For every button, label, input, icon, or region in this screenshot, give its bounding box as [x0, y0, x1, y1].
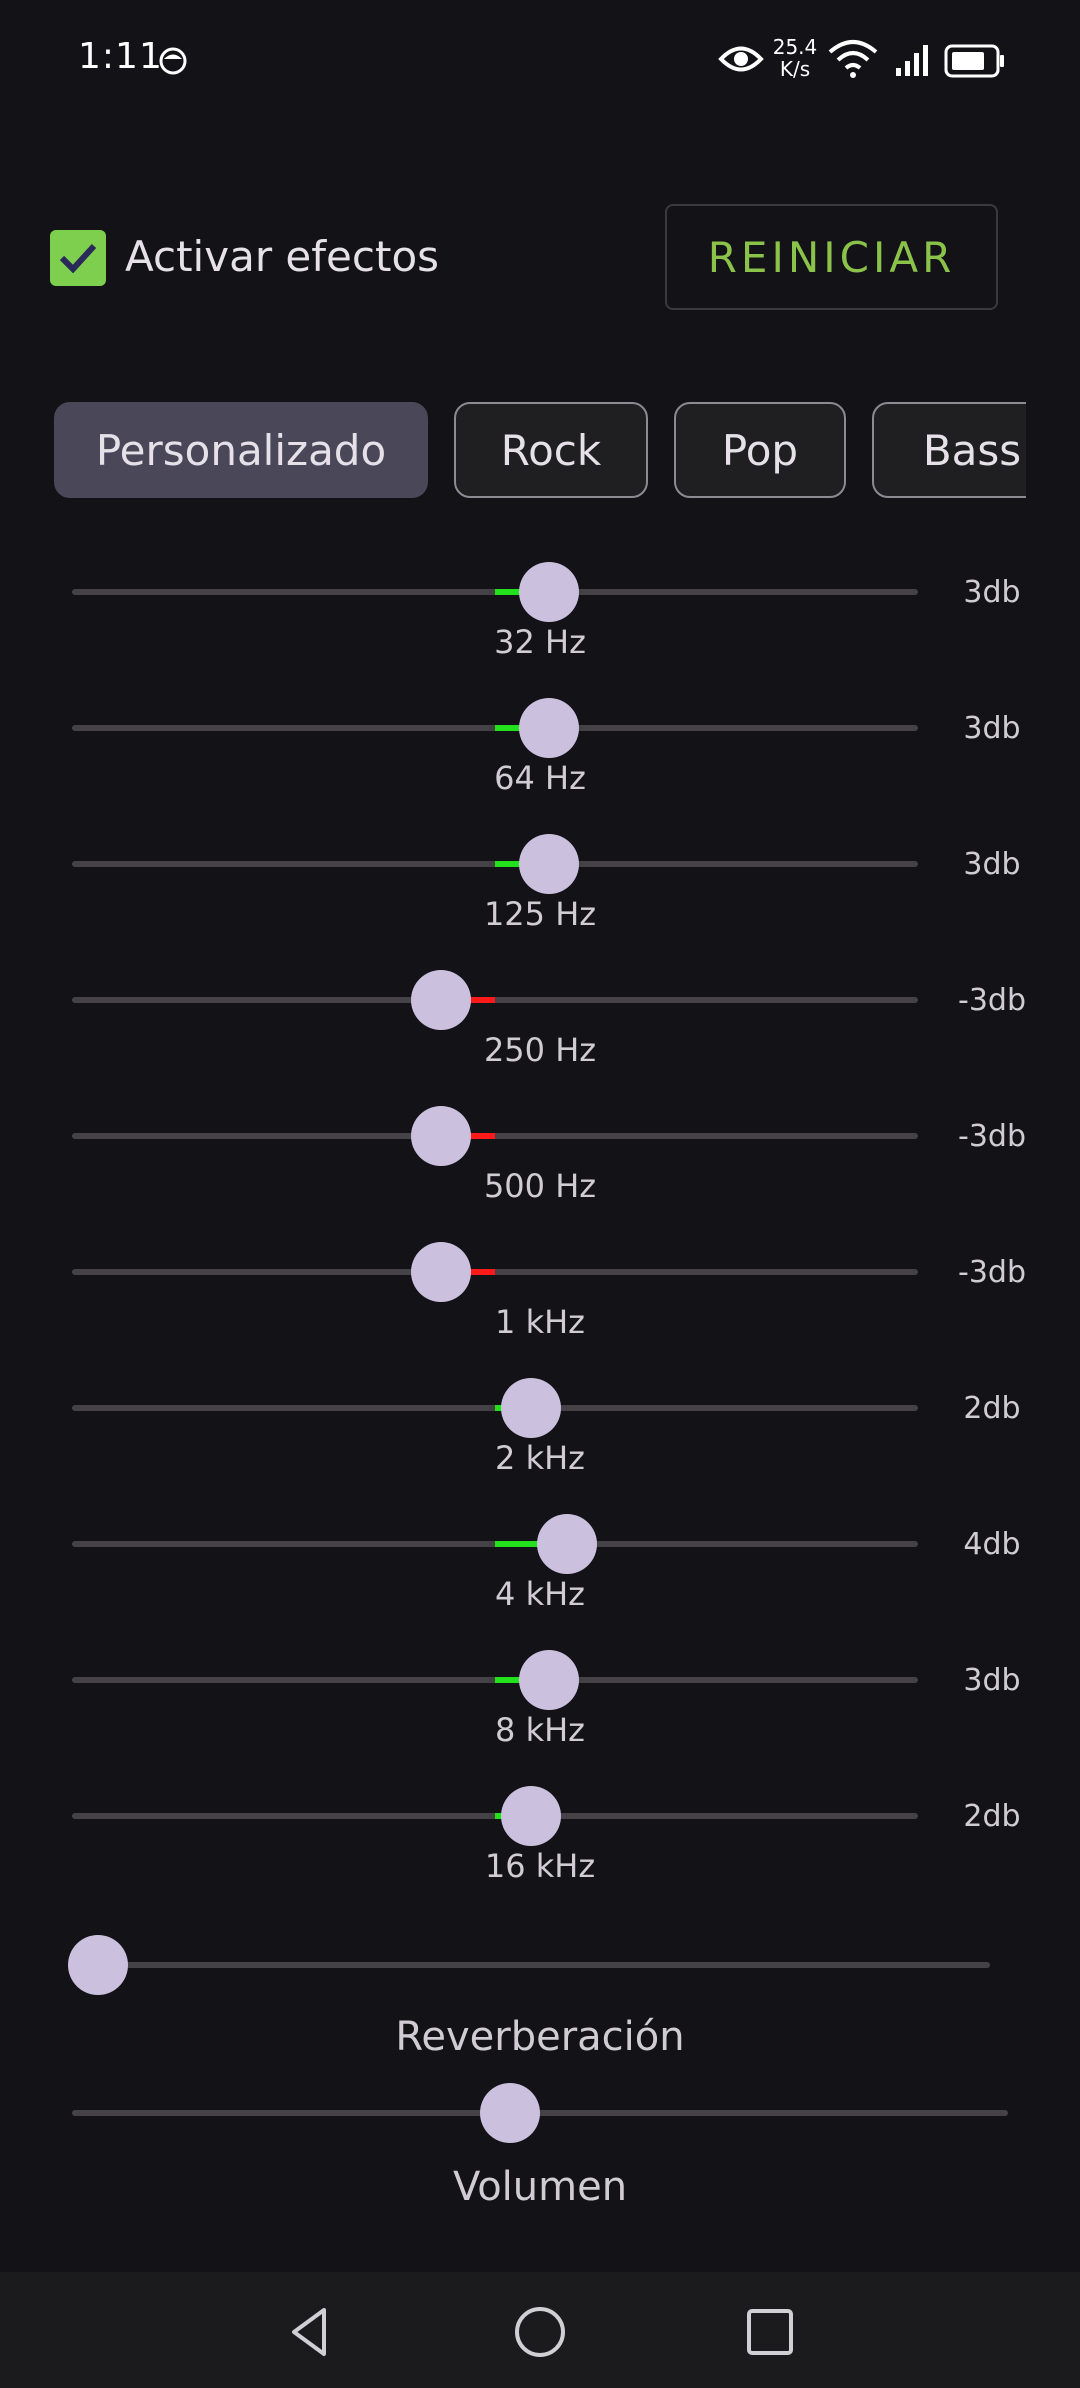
reverb-thumb[interactable] [68, 1935, 128, 1995]
battery-icon [944, 44, 1004, 78]
eq-band-thumb[interactable] [519, 562, 580, 622]
eq-band: 2 kHz 2db [0, 1361, 1080, 1497]
eq-band-frequency: 500 Hz [483, 1167, 597, 1205]
reverb-track[interactable] [68, 1962, 990, 1968]
eq-band-gain: -3db [958, 1119, 1026, 1154]
eq-band: 1 kHz -3db [0, 1225, 1080, 1361]
preset-rock[interactable]: Rock [454, 402, 648, 498]
back-icon[interactable] [280, 2302, 340, 2362]
eq-band-track[interactable] [72, 1269, 918, 1275]
eq-band-gain: -3db [958, 983, 1026, 1018]
recents-icon[interactable] [740, 2302, 800, 2362]
status-time: 1:11 [78, 36, 163, 77]
status-bar: 1:11 25.4 K/s [0, 0, 1080, 120]
eq-band-frequency: 4 kHz [495, 1575, 585, 1613]
eq-band-thumb[interactable] [519, 1650, 580, 1710]
eq-band: 8 kHz 3db [0, 1633, 1080, 1769]
eq-band-track[interactable] [72, 997, 918, 1003]
volume-label: Volumen [452, 2164, 628, 2210]
eq-band-gain: 2db [963, 1391, 1021, 1426]
enable-effects-label[interactable]: Activar efectos [125, 232, 439, 281]
eq-band: 64 Hz 3db [0, 681, 1080, 817]
eq-band: 250 Hz -3db [0, 953, 1080, 1089]
preset-pop[interactable]: Pop [674, 402, 846, 498]
eq-band: 16 kHz 2db [0, 1769, 1080, 1905]
preset-bar[interactable]: Personalizado Rock Pop Bass [54, 402, 1026, 498]
eq-band-gain: 2db [963, 1799, 1021, 1834]
eq-band-gain: 3db [963, 847, 1021, 882]
network-speed: 25.4 K/s [770, 36, 820, 80]
eq-band-thumb[interactable] [501, 1786, 562, 1846]
eq-band-frequency: 125 Hz [483, 895, 597, 933]
eq-band-thumb[interactable] [519, 698, 580, 758]
check-icon [59, 243, 97, 274]
preset-bass[interactable]: Bass [872, 402, 1026, 498]
eq-band: 32 Hz 3db [0, 545, 1080, 681]
network-speed-value: 25.4 [772, 35, 818, 59]
eq-band-gain: 4db [963, 1527, 1021, 1562]
eq-band-thumb[interactable] [410, 1242, 471, 1302]
eq-band-frequency: 8 kHz [495, 1711, 585, 1749]
eq-band-thumb[interactable] [519, 834, 580, 894]
home-icon[interactable] [510, 2302, 570, 2362]
eq-band-thumb[interactable] [410, 970, 471, 1030]
network-speed-unit: K/s [779, 57, 811, 81]
eq-band-frequency: 16 kHz [484, 1847, 596, 1885]
eq-band-frequency: 1 kHz [495, 1303, 585, 1341]
eq-band-gain: 3db [963, 711, 1021, 746]
eq-band-frequency: 64 Hz [494, 759, 586, 797]
eq-band: 4 kHz 4db [0, 1497, 1080, 1633]
volume-track[interactable] [72, 2110, 1008, 2116]
navigation-bar [0, 2272, 1080, 2388]
reset-button[interactable]: REINICIAR [665, 204, 998, 310]
eye-icon [718, 46, 764, 72]
eq-band: 500 Hz -3db [0, 1089, 1080, 1225]
signal-icon [896, 45, 928, 76]
eq-band-gain: -3db [958, 1255, 1026, 1290]
eq-band-gain: 3db [963, 1663, 1021, 1698]
volume-thumb[interactable] [480, 2083, 540, 2143]
eq-band-frequency: 2 kHz [495, 1439, 585, 1477]
preset-personalizado[interactable]: Personalizado [54, 402, 428, 498]
eq-band-thumb[interactable] [410, 1106, 471, 1166]
notification-face-icon [159, 47, 187, 75]
eq-band-frequency: 250 Hz [483, 1031, 597, 1069]
reverb-label: Reverberación [395, 2014, 685, 2060]
enable-effects-checkbox[interactable] [50, 230, 106, 286]
eq-band-frequency: 32 Hz [494, 623, 586, 661]
wifi-icon [828, 40, 878, 78]
eq-band: 125 Hz 3db [0, 817, 1080, 953]
eq-band-track[interactable] [72, 1133, 918, 1139]
eq-band-thumb[interactable] [537, 1514, 598, 1574]
eq-band-gain: 3db [963, 575, 1021, 610]
eq-band-thumb[interactable] [501, 1378, 562, 1438]
